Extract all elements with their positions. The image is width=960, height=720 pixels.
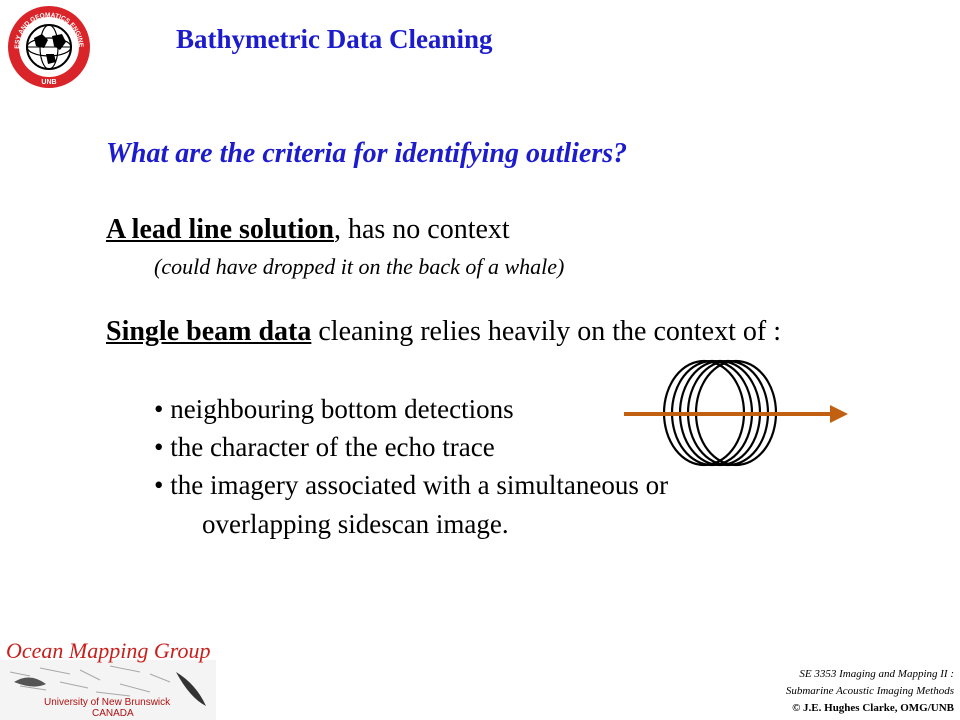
bullet-item: • neighbouring bottom detections (154, 394, 514, 424)
whale-note: (could have dropped it on the back of a … (154, 254, 565, 279)
bullet-item: • the character of the echo trace (154, 432, 495, 462)
slide-title: Bathymetric Data Cleaning (176, 24, 493, 54)
university-name: University of New Brunswick (44, 697, 171, 708)
country-name: CANADA (92, 708, 134, 719)
course-title: SE 3353 Imaging and Mapping II : (799, 668, 954, 680)
single-beam-rest: cleaning relies heavily on the context o… (311, 316, 781, 347)
course-footer: SE 3353 Imaging and Mapping II : Submari… (786, 666, 954, 717)
single-beam-statement: Single beam data cleaning relies heavily… (106, 316, 781, 348)
bullet-item: • the imagery associated with a simultan… (154, 470, 669, 500)
geodesy-logo: GEODESY AND GEOMATICS ENGINEERING UNB (6, 4, 90, 88)
lead-line-rest: , has no context (333, 214, 510, 245)
copyright-notice: © J.E. Hughes Clarke, OMG/UNB (792, 702, 954, 714)
bullet-continuation: overlapping sidescan image. (202, 509, 509, 539)
lead-line-term: A lead line solution (106, 214, 334, 245)
beam-footprint-diagram (624, 359, 848, 467)
svg-text:UNB: UNB (41, 79, 56, 86)
lead-line-statement: A lead line solution, has no context (106, 214, 510, 246)
course-subtitle: Submarine Acoustic Imaging Methods (785, 685, 954, 697)
group-name: Ocean Mapping Group (6, 638, 211, 663)
single-beam-term: Single beam data (106, 316, 312, 347)
question-heading: What are the criteria for identifying ou… (106, 138, 628, 169)
track-arrow-head (830, 405, 848, 423)
